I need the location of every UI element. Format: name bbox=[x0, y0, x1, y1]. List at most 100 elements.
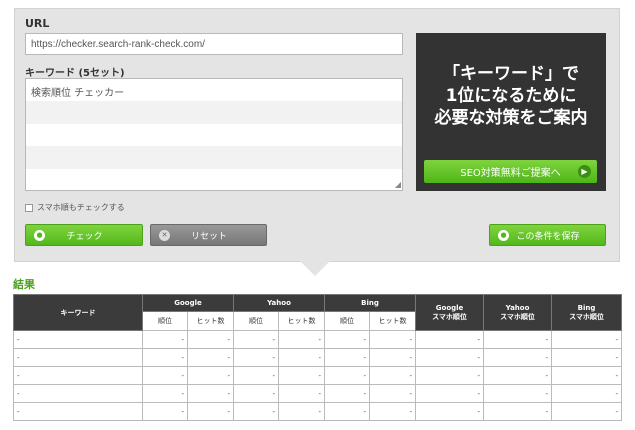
cell-keyword: - bbox=[13, 330, 143, 349]
reset-button-label: リセット bbox=[190, 231, 227, 242]
cell: - bbox=[277, 384, 326, 403]
promo-line: 「キーワード」で bbox=[443, 64, 579, 84]
chevron-right-icon: ▶ bbox=[578, 165, 591, 178]
table-row: - - - - - - - - - - bbox=[13, 366, 623, 385]
table-row: - - - - - - - - - - bbox=[13, 330, 623, 349]
cell: - bbox=[233, 348, 279, 367]
cell: - bbox=[324, 384, 371, 403]
cell: - bbox=[369, 402, 417, 421]
reset-button[interactable]: ✕ リセット bbox=[150, 224, 267, 246]
close-icon: ✕ bbox=[159, 229, 170, 241]
col-bing-rank: 順位 bbox=[324, 311, 371, 331]
cell: - bbox=[233, 402, 279, 421]
panel-pointer bbox=[300, 261, 330, 276]
col-yahoo: Yahoo bbox=[232, 294, 326, 312]
save-icon: ● bbox=[498, 229, 509, 241]
keyword-line bbox=[26, 124, 402, 146]
mobile-check-label: スマホ順もチェックする bbox=[37, 203, 125, 212]
seo-proposal-button[interactable]: SEO対策無料ご提案へ ▶ bbox=[424, 160, 597, 183]
cell-keyword: - bbox=[13, 384, 143, 403]
cell: - bbox=[324, 330, 371, 349]
cell: - bbox=[142, 402, 188, 421]
seo-promo-banner[interactable]: 「キーワード」で 1位になるために 必要な対策をご案内 SEO対策無料ご提案へ … bbox=[416, 33, 606, 191]
cell: - bbox=[324, 348, 371, 367]
url-label: URL bbox=[25, 17, 50, 30]
promo-headline: 「キーワード」で 1位になるために 必要な対策をご案内 bbox=[416, 63, 606, 129]
cell: - bbox=[483, 384, 553, 403]
cell: - bbox=[369, 348, 417, 367]
cell: - bbox=[277, 348, 326, 367]
check-button-label: チェック bbox=[66, 231, 103, 242]
col-bing-hits: ヒット数 bbox=[369, 311, 417, 331]
table-row: - - - - - - - - - - bbox=[13, 384, 623, 403]
cell: - bbox=[277, 402, 326, 421]
col-yahoo-hits: ヒット数 bbox=[277, 311, 326, 331]
cell: - bbox=[483, 402, 553, 421]
keyword-line bbox=[26, 146, 402, 169]
results-table: キーワード Google Yahoo Bing Google スマホ順位 Yaho… bbox=[13, 294, 623, 421]
col-google: Google bbox=[142, 294, 234, 312]
col-yahoo-mobile: Yahoo スマホ順位 bbox=[483, 294, 553, 331]
results-title: 結果 bbox=[13, 278, 35, 291]
cell-keyword: - bbox=[13, 348, 143, 367]
save-conditions-button[interactable]: ● この条件を保存 bbox=[489, 224, 606, 246]
cell: - bbox=[415, 330, 485, 349]
cell: - bbox=[142, 366, 188, 385]
cell: - bbox=[142, 348, 188, 367]
url-input[interactable] bbox=[25, 33, 403, 55]
cell-keyword: - bbox=[13, 366, 143, 385]
resize-handle-icon[interactable]: ◢ bbox=[395, 180, 401, 189]
col-google-mobile: Google スマホ順位 bbox=[415, 294, 485, 331]
cell: - bbox=[551, 384, 623, 403]
cell: - bbox=[142, 384, 188, 403]
col-bing: Bing bbox=[324, 294, 417, 312]
cell: - bbox=[233, 384, 279, 403]
keyword-line: 検索順位 チェッカー bbox=[31, 88, 125, 99]
keyword-line bbox=[26, 101, 402, 124]
cell: - bbox=[187, 348, 234, 367]
cell: - bbox=[415, 384, 485, 403]
mobile-check-checkbox[interactable] bbox=[25, 203, 33, 212]
cell: - bbox=[415, 366, 485, 385]
keyword-label: キーワード (5セット) bbox=[25, 68, 125, 79]
cell: - bbox=[369, 330, 417, 349]
cell: - bbox=[277, 330, 326, 349]
table-row: - - - - - - - - - - bbox=[13, 348, 623, 367]
cell: - bbox=[187, 366, 234, 385]
check-button[interactable]: ● チェック bbox=[25, 224, 143, 246]
cell: - bbox=[324, 402, 371, 421]
col-bing-mobile: Bing スマホ順位 bbox=[551, 294, 623, 331]
cell: - bbox=[142, 330, 188, 349]
keyword-textarea[interactable]: 検索順位 チェッカー ◢ bbox=[25, 78, 403, 191]
seo-proposal-label: SEO対策無料ご提案へ bbox=[460, 168, 561, 179]
cell: - bbox=[551, 348, 623, 367]
promo-line: 必要な対策をご案内 bbox=[434, 108, 588, 128]
cell: - bbox=[483, 330, 553, 349]
promo-line: 1位になるために bbox=[445, 86, 577, 106]
cell: - bbox=[324, 366, 371, 385]
cell: - bbox=[483, 366, 553, 385]
cell-keyword: - bbox=[13, 402, 143, 421]
cell: - bbox=[187, 402, 234, 421]
cell: - bbox=[369, 366, 417, 385]
cell: - bbox=[233, 366, 279, 385]
col-google-rank: 順位 bbox=[142, 311, 188, 331]
play-icon: ● bbox=[34, 229, 45, 241]
col-google-hits: ヒット数 bbox=[187, 311, 234, 331]
cell: - bbox=[369, 384, 417, 403]
save-button-label: この条件を保存 bbox=[516, 231, 580, 242]
cell: - bbox=[551, 366, 623, 385]
cell: - bbox=[277, 366, 326, 385]
cell: - bbox=[551, 402, 623, 421]
cell: - bbox=[233, 330, 279, 349]
cell: - bbox=[415, 348, 485, 367]
cell: - bbox=[483, 348, 553, 367]
cell: - bbox=[187, 330, 234, 349]
cell: - bbox=[187, 384, 234, 403]
keyword-line bbox=[26, 169, 402, 191]
col-keyword: キーワード bbox=[13, 294, 143, 331]
mobile-check-option[interactable]: スマホ順もチェックする bbox=[25, 202, 125, 213]
cell: - bbox=[551, 330, 623, 349]
table-row: - - - - - - - - - - bbox=[13, 402, 623, 421]
col-yahoo-rank: 順位 bbox=[233, 311, 279, 331]
